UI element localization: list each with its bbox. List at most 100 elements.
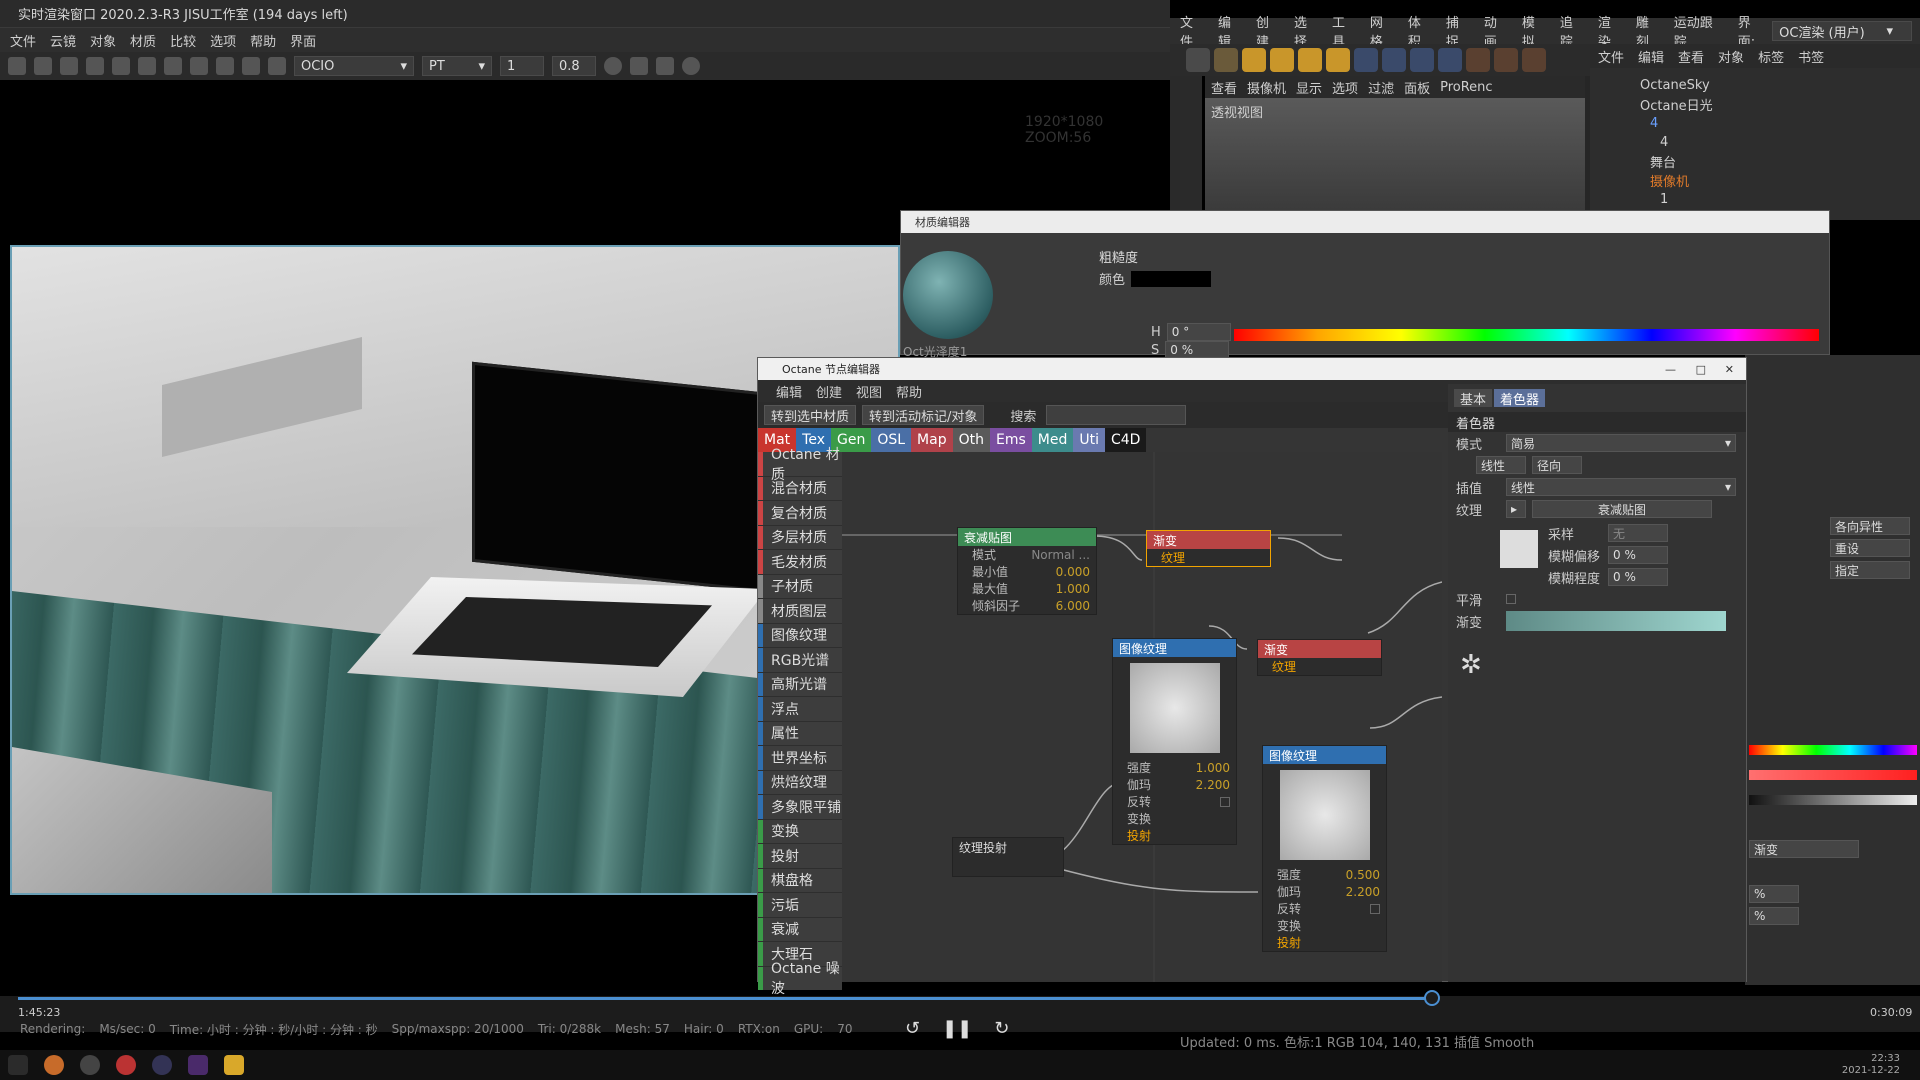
coord-icon[interactable] (1438, 48, 1462, 72)
minimize-icon[interactable]: — (1665, 363, 1676, 376)
node-list-item[interactable]: 浮点 (758, 697, 842, 721)
gradient-2-texture-input[interactable]: 纹理 (1258, 658, 1381, 675)
cat-tab-uti[interactable]: Uti (1073, 428, 1105, 452)
texture-projection-node[interactable]: 纹理投射 (952, 837, 1064, 877)
texture-expand-button[interactable]: ▸ (1506, 500, 1526, 518)
texture-link-field[interactable]: 衰减贴图 (1532, 500, 1712, 518)
rotate-icon[interactable] (1298, 48, 1322, 72)
node-canvas[interactable]: 衰减贴图 模式 Normal ... 最小值 0.000 最大值 1.000 倾斜因子… (842, 452, 1442, 982)
menu-file[interactable]: 文件 (10, 31, 36, 50)
tab-basic[interactable]: 基本 (1454, 389, 1493, 408)
image-1-projection-row[interactable]: 投射 (1113, 827, 1236, 844)
cat-tab-ems[interactable]: Ems (989, 428, 1032, 452)
object-row[interactable]: Octane日光 (1590, 95, 1920, 114)
ne-menu-edit[interactable]: 编辑 (776, 382, 802, 401)
node-list-item[interactable]: 烘焙纹理 (758, 770, 842, 794)
vp-prorender[interactable]: ProRenc (1440, 80, 1492, 95)
eye-icon[interactable] (268, 57, 286, 75)
pause-button-icon[interactable]: ❚❚ (942, 1018, 972, 1039)
pick-icon[interactable] (216, 57, 234, 75)
node-list-item[interactable]: 毛发材质 (758, 550, 842, 574)
om-file[interactable]: 文件 (1598, 47, 1624, 66)
select-icon[interactable] (1214, 48, 1238, 72)
node-list-item[interactable]: 变换 (758, 819, 842, 843)
object-row[interactable]: OctaneSky (1590, 76, 1920, 95)
menu-object[interactable]: 对象 (90, 31, 116, 50)
timeline-handle[interactable] (1423, 990, 1440, 1006)
undo-icon[interactable] (1186, 48, 1210, 72)
interp-select[interactable]: 线性 ▾ (1506, 478, 1736, 496)
globe-icon[interactable] (682, 57, 700, 75)
rewind-icon[interactable]: ↺ (905, 1018, 920, 1039)
node-list-item[interactable]: 材质图层 (758, 599, 842, 623)
gradient-node-1[interactable]: 渐变 纹理 (1146, 530, 1271, 567)
app-icon[interactable] (80, 1055, 100, 1075)
axis-y-icon[interactable] (1382, 48, 1406, 72)
image-texture-node-2[interactable]: 图像纹理 强度 0.500 伽玛 2.200 反转 变换 投射 (1262, 745, 1387, 952)
node-list-item[interactable]: 属性 (758, 721, 842, 745)
node-list-item[interactable]: Octane 材质 (758, 447, 842, 483)
gradient-editor[interactable] (1506, 611, 1726, 631)
move-icon[interactable] (1242, 48, 1266, 72)
camera-icon[interactable] (656, 57, 674, 75)
vp-filter[interactable]: 过滤 (1368, 78, 1394, 97)
falloff-node[interactable]: 衰减贴图 模式 Normal ... 最小值 0.000 最大值 1.000 倾斜因子… (957, 527, 1097, 615)
node-list-item[interactable]: 图像纹理 (758, 623, 842, 647)
node-list-item[interactable]: 复合材质 (758, 501, 842, 525)
linear-button[interactable]: 线性 (1476, 456, 1526, 474)
ne-menu-create[interactable]: 创建 (816, 382, 842, 401)
axis-x-icon[interactable] (1354, 48, 1378, 72)
interface-select[interactable]: OC渲染 (用户) ▾ (1772, 21, 1912, 41)
goto-active-button[interactable]: 转到活动标记/对象 (862, 405, 985, 425)
node-list-item[interactable]: 多象限平铺 (758, 795, 842, 819)
frame-icon[interactable] (190, 57, 208, 75)
refresh-icon[interactable] (34, 57, 52, 75)
search-input[interactable] (1046, 405, 1187, 425)
value-field-2[interactable]: 0.8 (552, 56, 596, 76)
region-icon[interactable] (86, 57, 104, 75)
node-list-item[interactable]: 污垢 (758, 893, 842, 917)
settings-icon[interactable] (112, 57, 130, 75)
gradient-1-texture-input[interactable]: 纹理 (1147, 549, 1270, 566)
cat-tab-c4d[interactable]: C4D (1105, 428, 1147, 452)
menu-interface[interactable]: 界面 (290, 31, 316, 50)
node-list-item[interactable]: 世界坐标 (758, 746, 842, 770)
vp-options[interactable]: 选项 (1332, 78, 1358, 97)
om-tag[interactable]: 标签 (1758, 47, 1784, 66)
object-row[interactable]: 4 (1590, 114, 1920, 133)
ae-icon[interactable] (188, 1055, 208, 1075)
sample-select[interactable]: 无 (1608, 524, 1668, 542)
vp-display[interactable]: 显示 (1296, 78, 1322, 97)
hue-bar[interactable] (1749, 745, 1917, 755)
mode-select[interactable]: 简易 ▾ (1506, 434, 1736, 452)
node-list-item[interactable]: 棋盘格 (758, 868, 842, 892)
node-list-item[interactable]: 投射 (758, 844, 842, 868)
object-row[interactable]: 4 (1590, 133, 1920, 152)
color-space-select[interactable]: OCIO ▾ (294, 56, 414, 76)
radial-button[interactable]: 径向 (1532, 456, 1582, 474)
value-field-1[interactable]: 1 (500, 56, 544, 76)
recent-icon[interactable] (1326, 48, 1350, 72)
perspective-viewport[interactable]: 透视视图 (1205, 98, 1585, 213)
close-icon[interactable]: ✕ (1725, 363, 1734, 376)
vp-panel[interactable]: 面板 (1404, 78, 1430, 97)
ne-menu-help[interactable]: 帮助 (896, 382, 922, 401)
scale-icon[interactable] (1270, 48, 1294, 72)
chrome-icon[interactable] (44, 1055, 64, 1075)
om-view[interactable]: 查看 (1678, 47, 1704, 66)
render-view-icon[interactable] (1466, 48, 1490, 72)
vp-camera[interactable]: 摄像机 (1247, 78, 1286, 97)
axis-z-icon[interactable] (1410, 48, 1434, 72)
vp-view[interactable]: 查看 (1211, 78, 1237, 97)
ne-menu-view[interactable]: 视图 (856, 382, 882, 401)
forward-icon[interactable]: ↻ (994, 1018, 1009, 1039)
sphere-icon[interactable] (164, 57, 182, 75)
timeline-bar[interactable] (18, 997, 1432, 1000)
cat-tab-map[interactable]: Map (911, 428, 953, 452)
kernel-select[interactable]: PT ▾ (422, 56, 492, 76)
gradient-node-2[interactable]: 渐变 纹理 (1257, 639, 1382, 676)
pct-field-1[interactable]: % (1749, 885, 1799, 903)
menu-material[interactable]: 材质 (130, 31, 156, 50)
image-1-invert-checkbox[interactable] (1220, 796, 1230, 807)
cat-tab-osl[interactable]: OSL (871, 428, 912, 452)
